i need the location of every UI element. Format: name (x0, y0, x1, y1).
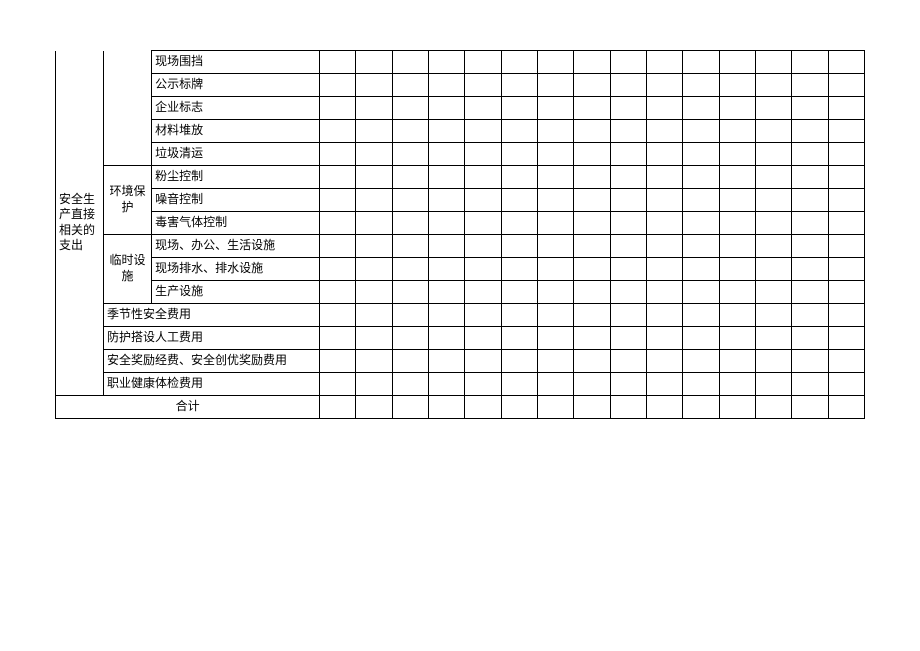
data-cell (538, 51, 574, 74)
item-cell: 粉尘控制 (152, 166, 320, 189)
budget-table: 安全生产直接相关的支出 现场围挡 公示标牌 企业标志 材料堆放 垃圾清运 环境保… (55, 50, 865, 419)
data-cell (828, 51, 864, 74)
data-cell (792, 51, 828, 74)
group2-label: 环境保护 (110, 184, 146, 214)
total-label-cell: 合计 (56, 396, 320, 419)
data-cell (429, 51, 465, 74)
group3-label-cell: 临时设施 (104, 235, 152, 304)
data-cell (465, 51, 501, 74)
item-cell: 噪音控制 (152, 189, 320, 212)
item-cell: 现场围挡 (152, 51, 320, 74)
item-cell: 毒害气体控制 (152, 212, 320, 235)
item-cell: 现场排水、排水设施 (152, 258, 320, 281)
span-row-cell: 职业健康体检费用 (104, 373, 320, 396)
group1-label-cell (104, 51, 152, 166)
data-cell (356, 51, 392, 74)
data-cell (501, 51, 537, 74)
data-cell (574, 51, 610, 74)
item-cell: 企业标志 (152, 97, 320, 120)
span-row-cell: 防护搭设人工费用 (104, 327, 320, 350)
group2-label-cell: 环境保护 (104, 166, 152, 235)
item-cell: 公示标牌 (152, 74, 320, 97)
group3-label: 临时设施 (110, 253, 146, 283)
span-row-cell: 季节性安全费用 (104, 304, 320, 327)
main-category-cell: 安全生产直接相关的支出 (56, 51, 104, 396)
total-label: 合计 (176, 399, 200, 413)
item-cell: 现场、办公、生活设施 (152, 235, 320, 258)
data-cell (755, 51, 791, 74)
span-row-cell: 安全奖励经费、安全创优奖励费用 (104, 350, 320, 373)
data-cell (719, 51, 755, 74)
item-cell: 垃圾清运 (152, 143, 320, 166)
data-cell (646, 51, 682, 74)
data-cell (392, 51, 428, 74)
data-cell (683, 51, 719, 74)
data-cell (610, 51, 646, 74)
item-cell: 生产设施 (152, 281, 320, 304)
main-category-text: 安全生产直接相关的支出 (59, 192, 95, 253)
item-cell: 材料堆放 (152, 120, 320, 143)
data-cell (320, 51, 356, 74)
